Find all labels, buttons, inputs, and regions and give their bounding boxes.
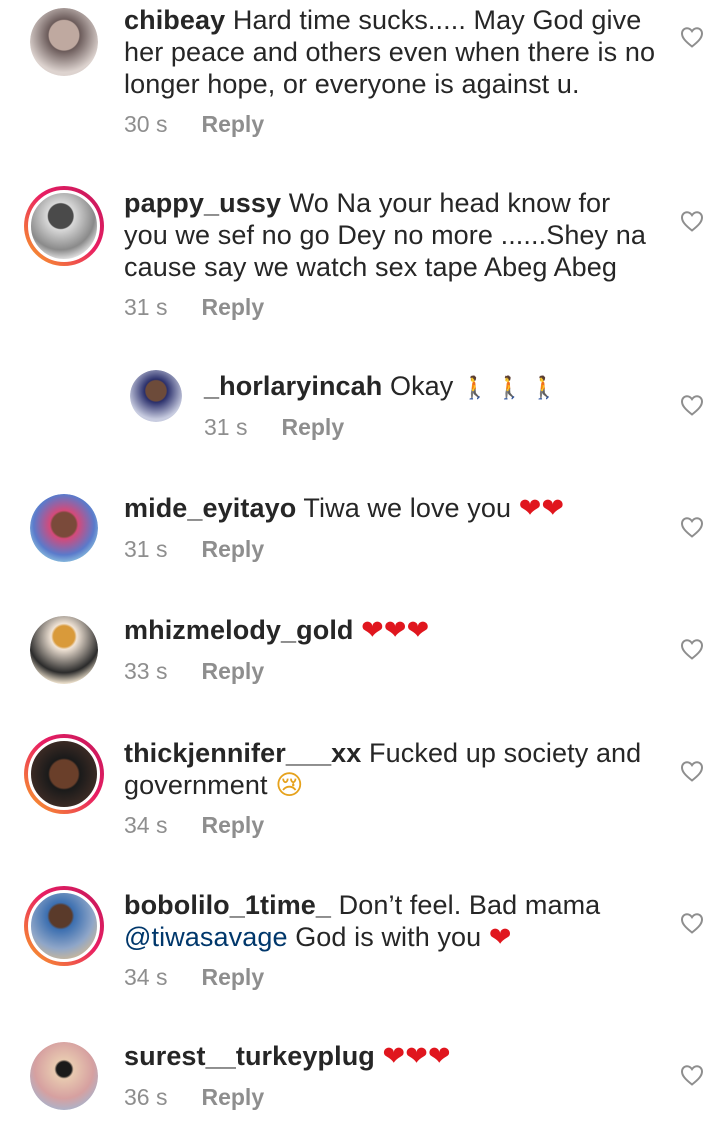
comment-text: longer hope, or everyone is against u.	[124, 69, 580, 99]
username[interactable]: mhizmelody_gold	[124, 615, 354, 645]
comment-text: you we sef no go Dey no more ......Shey …	[124, 220, 646, 250]
crying-face-emoji: 😢	[275, 770, 304, 801]
comment-timestamp: 30 s	[124, 111, 168, 137]
heart-outline-icon[interactable]	[680, 912, 704, 934]
comment-timestamp: 33 s	[124, 658, 168, 684]
heart-emoji: ❤❤❤	[382, 1041, 451, 1072]
avatar[interactable]	[30, 8, 98, 76]
avatar[interactable]	[30, 1042, 98, 1110]
heart-outline-icon[interactable]	[680, 394, 704, 416]
comment-text: government	[124, 770, 268, 800]
comment-timestamp: 36 s	[124, 1084, 168, 1110]
comment-text: Fucked up society and	[369, 738, 642, 768]
comment-text: Wo Na your head know for	[288, 188, 611, 218]
username[interactable]: surest__turkeyplug	[124, 1041, 375, 1071]
heart-outline-icon[interactable]	[680, 516, 704, 538]
avatar[interactable]	[30, 494, 98, 562]
heart-outline-icon[interactable]	[680, 26, 704, 48]
mention-link[interactable]: @tiwasavage	[124, 922, 288, 952]
comment-timestamp: 34 s	[124, 964, 168, 990]
reply-button[interactable]: Reply	[201, 294, 264, 320]
username[interactable]: bobolilo_1time_	[124, 890, 331, 920]
avatar[interactable]	[130, 370, 182, 422]
comment-text: her peace and others even when there is …	[124, 37, 656, 67]
heart-emoji: ❤	[488, 922, 512, 953]
avatar[interactable]	[24, 186, 104, 266]
comment-timestamp: 31 s	[204, 414, 248, 440]
username[interactable]: thickjennifer___xx	[124, 738, 361, 768]
comment-timestamp: 31 s	[124, 536, 168, 562]
username[interactable]: pappy_ussy	[124, 188, 281, 218]
heart-emoji: ❤❤	[518, 493, 565, 524]
heart-emoji: ❤❤❤	[361, 615, 430, 646]
username[interactable]: chibeay	[124, 5, 225, 35]
reply-button[interactable]: Reply	[201, 812, 264, 838]
avatar[interactable]	[24, 886, 104, 966]
reply-button[interactable]: Reply	[281, 414, 344, 440]
comment-timestamp: 31 s	[124, 294, 168, 320]
reply-button[interactable]: Reply	[201, 536, 264, 562]
avatar[interactable]	[30, 616, 98, 684]
reply-button[interactable]: Reply	[201, 658, 264, 684]
reply-button[interactable]: Reply	[201, 111, 264, 137]
comment-text: cause say we watch sex tape Abeg Abeg	[124, 252, 618, 282]
comment-text: God is with you	[295, 922, 482, 952]
comment-text: Hard time sucks..... May God give	[232, 5, 642, 35]
comment-text: Tiwa we love you	[303, 493, 512, 523]
comment-timestamp: 34 s	[124, 812, 168, 838]
username[interactable]: mide_eyitayo	[124, 493, 296, 523]
heart-outline-icon[interactable]	[680, 1064, 704, 1086]
reply-button[interactable]: Reply	[201, 1084, 264, 1110]
heart-outline-icon[interactable]	[680, 760, 704, 782]
walking-emoji: 🚶 🚶 🚶	[461, 376, 558, 401]
comment-text: Okay	[389, 371, 454, 401]
username[interactable]: _horlaryincah	[204, 371, 382, 401]
reply-button[interactable]: Reply	[201, 964, 264, 990]
comment-text: Don’t feel. Bad mama	[338, 890, 601, 920]
avatar[interactable]	[24, 734, 104, 814]
heart-outline-icon[interactable]	[680, 638, 704, 660]
heart-outline-icon[interactable]	[680, 210, 704, 232]
